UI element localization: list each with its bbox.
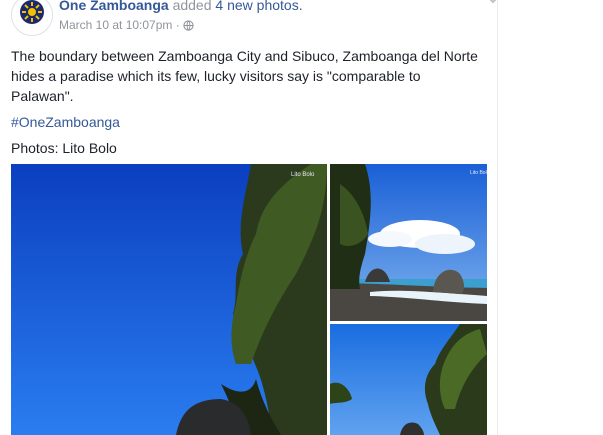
hashtag-link[interactable]: #OneZamboanga: [11, 114, 120, 130]
sun-logo-icon: [12, 0, 52, 35]
new-photos-link[interactable]: 4 new photos.: [215, 0, 302, 13]
svg-text:Lito Bolo: Lito Bolo: [291, 172, 315, 178]
post-body: The boundary between Zamboanga City and …: [11, 46, 481, 164]
post-action: added 4 new photos.: [173, 0, 303, 13]
photo-grid: Lito Bolo Lito Bolo: [11, 164, 487, 435]
svg-text:Lito Bolo: Lito Bolo: [470, 170, 487, 176]
photo-credit: Photos: Lito Bolo: [11, 140, 117, 156]
photo-cliff-tree[interactable]: [330, 324, 487, 435]
post-meta: March 10 at 10:07pm ·: [59, 18, 194, 34]
action-prefix: added: [172, 0, 212, 13]
photo-beach-cliff[interactable]: Lito Bolo: [330, 164, 487, 321]
column-divider: [497, 0, 498, 435]
post-header: One Zamboanga added 4 new photos. March …: [11, 0, 571, 40]
post-title-line: One Zamboanga added 4 new photos.: [59, 0, 303, 13]
chevron-down-icon[interactable]: [485, 0, 501, 8]
page-name-link[interactable]: One Zamboanga: [59, 0, 169, 13]
globe-icon[interactable]: [183, 20, 194, 34]
page-avatar[interactable]: [11, 0, 53, 36]
post-message: The boundary between Zamboanga City and …: [11, 48, 478, 104]
timestamp-link[interactable]: March 10 at 10:07pm: [59, 18, 172, 32]
meta-separator: ·: [175, 18, 180, 32]
photo-rock-tree-sky[interactable]: Lito Bolo: [11, 164, 327, 435]
